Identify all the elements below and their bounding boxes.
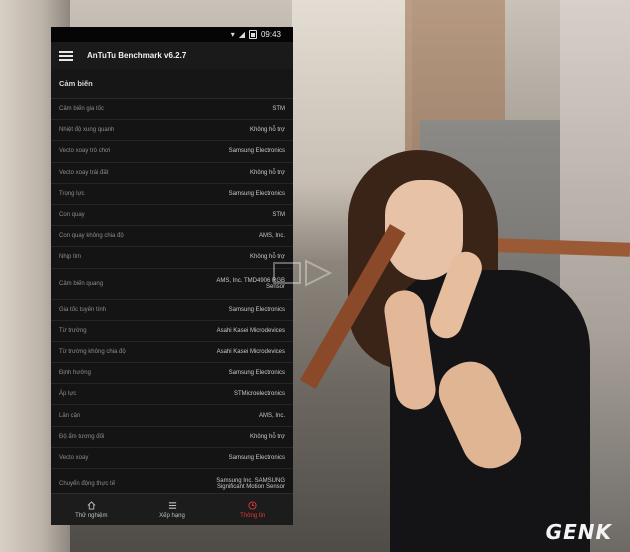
sensor-label: Độ ẩm tương đối [59,433,105,440]
sensor-row: Nhịp tim Không hỗ trợ [51,247,293,269]
bottom-navigation: Thử nghiệm Xếp hạng Thông tin [51,493,293,525]
sensor-row: Con quay STM [51,204,293,227]
battery-icon [248,30,257,39]
sensor-row: Vecto xoay trò chơi Samsung Electronics [51,141,293,163]
app-bar: AnTuTu Benchmark v6.2.7 [51,42,293,69]
phone-screenshot: ▾ ◢ 09:43 AnTuTu Benchmark v6.2.7 Cảm bi… [51,27,293,525]
section-title: Cảm biến [51,69,293,99]
sensor-value: STM [272,106,285,113]
nav-item-test[interactable]: Thử nghiệm [51,494,132,525]
sensor-value: Samsung Electronics [228,370,285,377]
status-bar: ▾ ◢ 09:43 [51,27,293,42]
sensor-row: Nhiệt độ xung quanh Không hỗ trợ [51,120,293,142]
sensor-row: Từ trường không chia độ Asahi Kasei Micro… [51,341,293,364]
sensor-value: STM [272,212,285,219]
sensor-row: Áp lực STMicroelectronics [51,384,293,406]
menu-icon[interactable] [59,49,73,63]
sensor-row: Vecto xoay Samsung Electronics [51,447,293,469]
sensor-value: Không hỗ trợ [250,433,285,440]
sensor-label: Nhiệt độ xung quanh [59,127,115,134]
app-title: AnTuTu Benchmark v6.2.7 [87,51,187,60]
sensor-label: Con quay không chia độ [59,233,124,240]
clock-icon [248,500,257,510]
nav-item-info[interactable]: Thông tin [212,494,293,525]
sensor-label: Vecto xoay trò chơi [59,148,111,155]
sensor-label: Áp lực [59,391,77,398]
sensor-row: Con quay không chia độ AMS, Inc. [51,226,293,248]
sensor-label: Từ trường không chia độ [59,348,126,355]
sensor-row: Lân cận AMS, Inc. [51,405,293,427]
sensor-row: Vecto xoay trái đất Không hỗ trợ [51,162,293,184]
sensor-value: Asahi Kasei Microdevices [216,327,285,334]
home-icon [87,500,96,510]
sensor-value: Samsung Electronics [228,148,285,155]
sensor-row: Cảm biến quang AMS, Inc. TMD4906 RGB Sens… [51,268,293,300]
sensor-value: Asahi Kasei Microdevices [216,348,285,355]
sensor-row: Định hướng Samsung Electronics [51,363,293,385]
sensor-label: Chuyển động thực tế [59,481,116,487]
sensor-label: Nhịp tim [59,254,82,261]
sensor-label: Cảm biến quang [59,280,104,287]
sensor-row: Cảm biến gia tốc STM [51,99,293,121]
watermark-genk: GENK [545,520,612,544]
nav-label: Thông tin [240,512,266,519]
sensor-label: Lân cận [59,412,81,419]
sensor-row: Trọng lực Samsung Electronics [51,183,293,205]
list-icon [168,501,177,510]
sensor-label: Gia tốc tuyến tính [59,306,107,313]
sensor-value: Samsung Electronics [228,190,285,197]
sensor-label: Vecto xoay [59,454,89,461]
sensor-row: Từ trường Asahi Kasei Microdevices [51,320,293,342]
sensor-value: AMS, Inc. [258,412,285,419]
sensor-value: AMS, Inc. [258,233,285,240]
nav-label: Xếp hạng [159,512,185,519]
sensor-label: Định hướng [59,370,91,377]
sensor-value: Samsung Electronics [228,306,285,313]
sensor-label: Từ trường [59,327,87,334]
sensor-row: Gia tốc tuyến tính Samsung Electronics [51,299,293,321]
wifi-icon: ▾ [230,29,235,39]
sensor-label: Trọng lực [59,190,85,197]
nav-label: Thử nghiệm [75,512,108,519]
nav-item-ranking[interactable]: Xếp hạng [132,494,213,525]
sensor-label: Cảm biến gia tốc [59,106,105,113]
sensor-value: Không hỗ trợ [250,169,285,176]
sensor-label: Vecto xoay trái đất [59,169,109,176]
signal-icon: ◢ [238,29,245,39]
sensor-list: Cảm biến gia tốc STM Nhiệt độ xung quanh Kh… [51,99,293,500]
sensor-label: Con quay [59,212,85,219]
sensor-row: Độ ẩm tương đối Không hỗ trợ [51,426,293,448]
sensor-value: Samsung Electronics [228,454,285,461]
sensor-value: STMicroelectronics [233,391,285,398]
sensor-value: Samsung Inc. SAMSUNG Significant Motion … [216,478,285,490]
status-time: 09:43 [260,30,281,39]
watermark-logo [273,259,333,287]
sensor-value: Không hỗ trợ [250,127,285,134]
